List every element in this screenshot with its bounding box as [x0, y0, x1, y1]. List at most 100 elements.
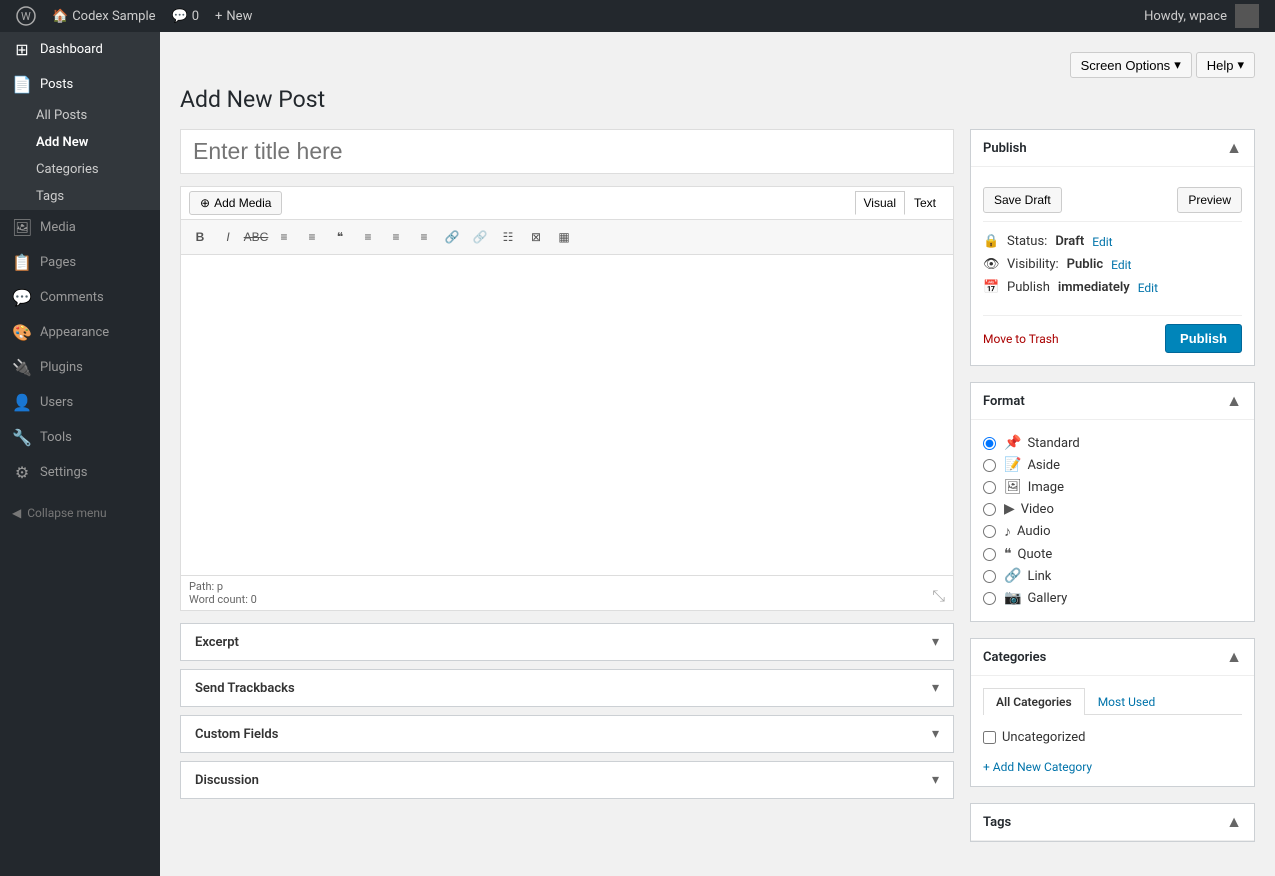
- add-media-button[interactable]: ⊕ Add Media: [189, 191, 282, 215]
- sidebar-item-dashboard[interactable]: ⊞ Dashboard: [0, 32, 160, 67]
- category-uncategorized: Uncategorized: [983, 727, 1242, 748]
- format-label-aside: Aside: [1027, 458, 1060, 473]
- format-radio-audio[interactable]: [983, 525, 996, 538]
- add-new-category-link[interactable]: + Add New Category: [983, 760, 1242, 774]
- sidebar-item-label: Settings: [40, 465, 87, 480]
- collapse-label: Collapse menu: [27, 506, 106, 520]
- send-trackbacks-header[interactable]: Send Trackbacks ▾: [181, 670, 953, 706]
- sidebar-item-plugins[interactable]: 🔌 Plugins: [0, 350, 160, 385]
- toolbar-unlink[interactable]: 🔗: [467, 224, 493, 250]
- pages-icon: 📋: [12, 253, 32, 272]
- sidebar-item-users[interactable]: 👤 Users: [0, 385, 160, 420]
- publish-time-row: 📅 Publish immediately Edit: [983, 276, 1242, 299]
- toolbar-unordered-list[interactable]: ≡: [271, 224, 297, 250]
- toolbar-strikethrough[interactable]: ABC: [243, 224, 269, 250]
- format-collapse-icon: ▲: [1226, 391, 1242, 411]
- submenu-categories[interactable]: Categories: [0, 156, 160, 183]
- sidebar-item-media[interactable]: 🖼 Media: [0, 210, 160, 245]
- format-radio-quote[interactable]: [983, 548, 996, 561]
- format-radio-standard[interactable]: [983, 437, 996, 450]
- format-metabox-header[interactable]: Format ▲: [971, 383, 1254, 420]
- tab-most-used[interactable]: Most Used: [1085, 688, 1169, 715]
- toolbar-blockquote[interactable]: ❝: [327, 224, 353, 250]
- post-title-input[interactable]: [180, 129, 954, 174]
- submenu-tags[interactable]: Tags: [0, 183, 160, 210]
- excerpt-header[interactable]: Excerpt ▾: [181, 624, 953, 660]
- format-label-gallery: Gallery: [1027, 591, 1067, 606]
- tab-all-categories[interactable]: All Categories: [983, 688, 1085, 715]
- submenu-all-posts[interactable]: All Posts: [0, 102, 160, 129]
- site-name-link[interactable]: 🏠 Codex Sample: [44, 0, 164, 32]
- toolbar-bold[interactable]: B: [187, 224, 213, 250]
- sidebar-item-pages[interactable]: 📋 Pages: [0, 245, 160, 280]
- collapse-arrow-icon: ◀: [12, 506, 21, 520]
- tab-visual[interactable]: Visual: [855, 191, 905, 215]
- word-count-text: Word count: 0: [189, 593, 257, 606]
- quote-icon: ❝: [1004, 546, 1012, 562]
- sidebar-item-tools[interactable]: 🔧 Tools: [0, 420, 160, 455]
- editor-content-area[interactable]: [181, 255, 953, 575]
- format-option-aside: 📝 Aside: [983, 454, 1242, 476]
- screen-options-button[interactable]: Screen Options ▾: [1070, 52, 1192, 78]
- new-content-link[interactable]: + New: [207, 0, 260, 32]
- site-name: Codex Sample: [72, 9, 155, 24]
- category-checkbox-uncategorized[interactable]: [983, 731, 996, 744]
- tab-text[interactable]: Text: [905, 191, 945, 215]
- toolbar-show-kitchen-sink[interactable]: ▦: [551, 224, 577, 250]
- comments-link[interactable]: 💬 0: [164, 0, 208, 32]
- format-label-standard: Standard: [1027, 436, 1079, 451]
- help-chevron-icon: ▾: [1237, 57, 1244, 73]
- editor-view-tabs: Visual Text: [855, 191, 945, 215]
- sidebar-item-settings[interactable]: ⚙ Settings: [0, 455, 160, 490]
- format-radio-aside[interactable]: [983, 459, 996, 472]
- categories-metabox-body: All Categories Most Used Uncategorized +…: [971, 676, 1254, 786]
- publish-metabox-header[interactable]: Publish ▲: [971, 130, 1254, 167]
- publish-time-edit-link[interactable]: Edit: [1138, 281, 1158, 295]
- format-radio-link[interactable]: [983, 570, 996, 583]
- send-trackbacks-title: Send Trackbacks: [195, 681, 295, 696]
- toolbar-align-left[interactable]: ≡: [355, 224, 381, 250]
- toolbar-insert-link[interactable]: 🔗: [439, 224, 465, 250]
- home-icon: 🏠: [52, 9, 68, 24]
- sidebar-item-posts[interactable]: 📄 Posts: [0, 67, 160, 102]
- gallery-icon: 📷: [1004, 590, 1021, 606]
- send-trackbacks-panel: Send Trackbacks ▾: [180, 669, 954, 707]
- plus-icon: +: [215, 9, 222, 24]
- collapse-menu[interactable]: ◀ Collapse menu: [0, 498, 160, 528]
- preview-button[interactable]: Preview: [1177, 187, 1242, 213]
- category-label-uncategorized[interactable]: Uncategorized: [1002, 730, 1085, 745]
- toolbar-align-right[interactable]: ≡: [411, 224, 437, 250]
- status-edit-link[interactable]: Edit: [1092, 235, 1112, 249]
- sidebar-item-comments[interactable]: 💬 Comments: [0, 280, 160, 315]
- visibility-value: Public: [1067, 257, 1103, 272]
- publish-button[interactable]: Publish: [1165, 324, 1242, 353]
- toolbar-ordered-list[interactable]: ≡: [299, 224, 325, 250]
- format-radio-image[interactable]: [983, 481, 996, 494]
- help-button[interactable]: Help ▾: [1196, 52, 1255, 78]
- wp-logo-link[interactable]: W: [8, 0, 44, 32]
- toolbar-italic[interactable]: I: [215, 224, 241, 250]
- sidebar-item-appearance[interactable]: 🎨 Appearance: [0, 315, 160, 350]
- editor-wrap: ⊕ Add Media Visual Text B I ABC ≡ ≡: [180, 186, 954, 611]
- save-draft-button[interactable]: Save Draft: [983, 187, 1062, 213]
- tags-metabox-header[interactable]: Tags ▲: [971, 804, 1254, 841]
- editor-resize-handle[interactable]: ⤡: [932, 586, 945, 606]
- sidebar-item-label: Plugins: [40, 360, 83, 375]
- toolbar-insert-table[interactable]: ☷: [495, 224, 521, 250]
- admin-sidebar: ⊞ Dashboard 📄 Posts All Posts Add New Ca…: [0, 32, 160, 876]
- submenu-add-new[interactable]: Add New: [0, 129, 160, 156]
- categories-metabox-header[interactable]: Categories ▲: [971, 639, 1254, 676]
- howdy-link[interactable]: Howdy, wpace: [1136, 0, 1267, 32]
- aside-icon: 📝: [1004, 457, 1021, 473]
- custom-fields-header[interactable]: Custom Fields ▾: [181, 716, 953, 752]
- status-value: Draft: [1055, 234, 1084, 249]
- sidebar-item-label: Dashboard: [40, 42, 103, 57]
- toolbar-align-center[interactable]: ≡: [383, 224, 409, 250]
- tools-icon: 🔧: [12, 428, 32, 447]
- discussion-header[interactable]: Discussion ▾: [181, 762, 953, 798]
- visibility-edit-link[interactable]: Edit: [1111, 258, 1131, 272]
- format-radio-video[interactable]: [983, 503, 996, 516]
- move-to-trash-link[interactable]: Move to Trash: [983, 332, 1059, 346]
- toolbar-fullscreen[interactable]: ⊠: [523, 224, 549, 250]
- format-radio-gallery[interactable]: [983, 592, 996, 605]
